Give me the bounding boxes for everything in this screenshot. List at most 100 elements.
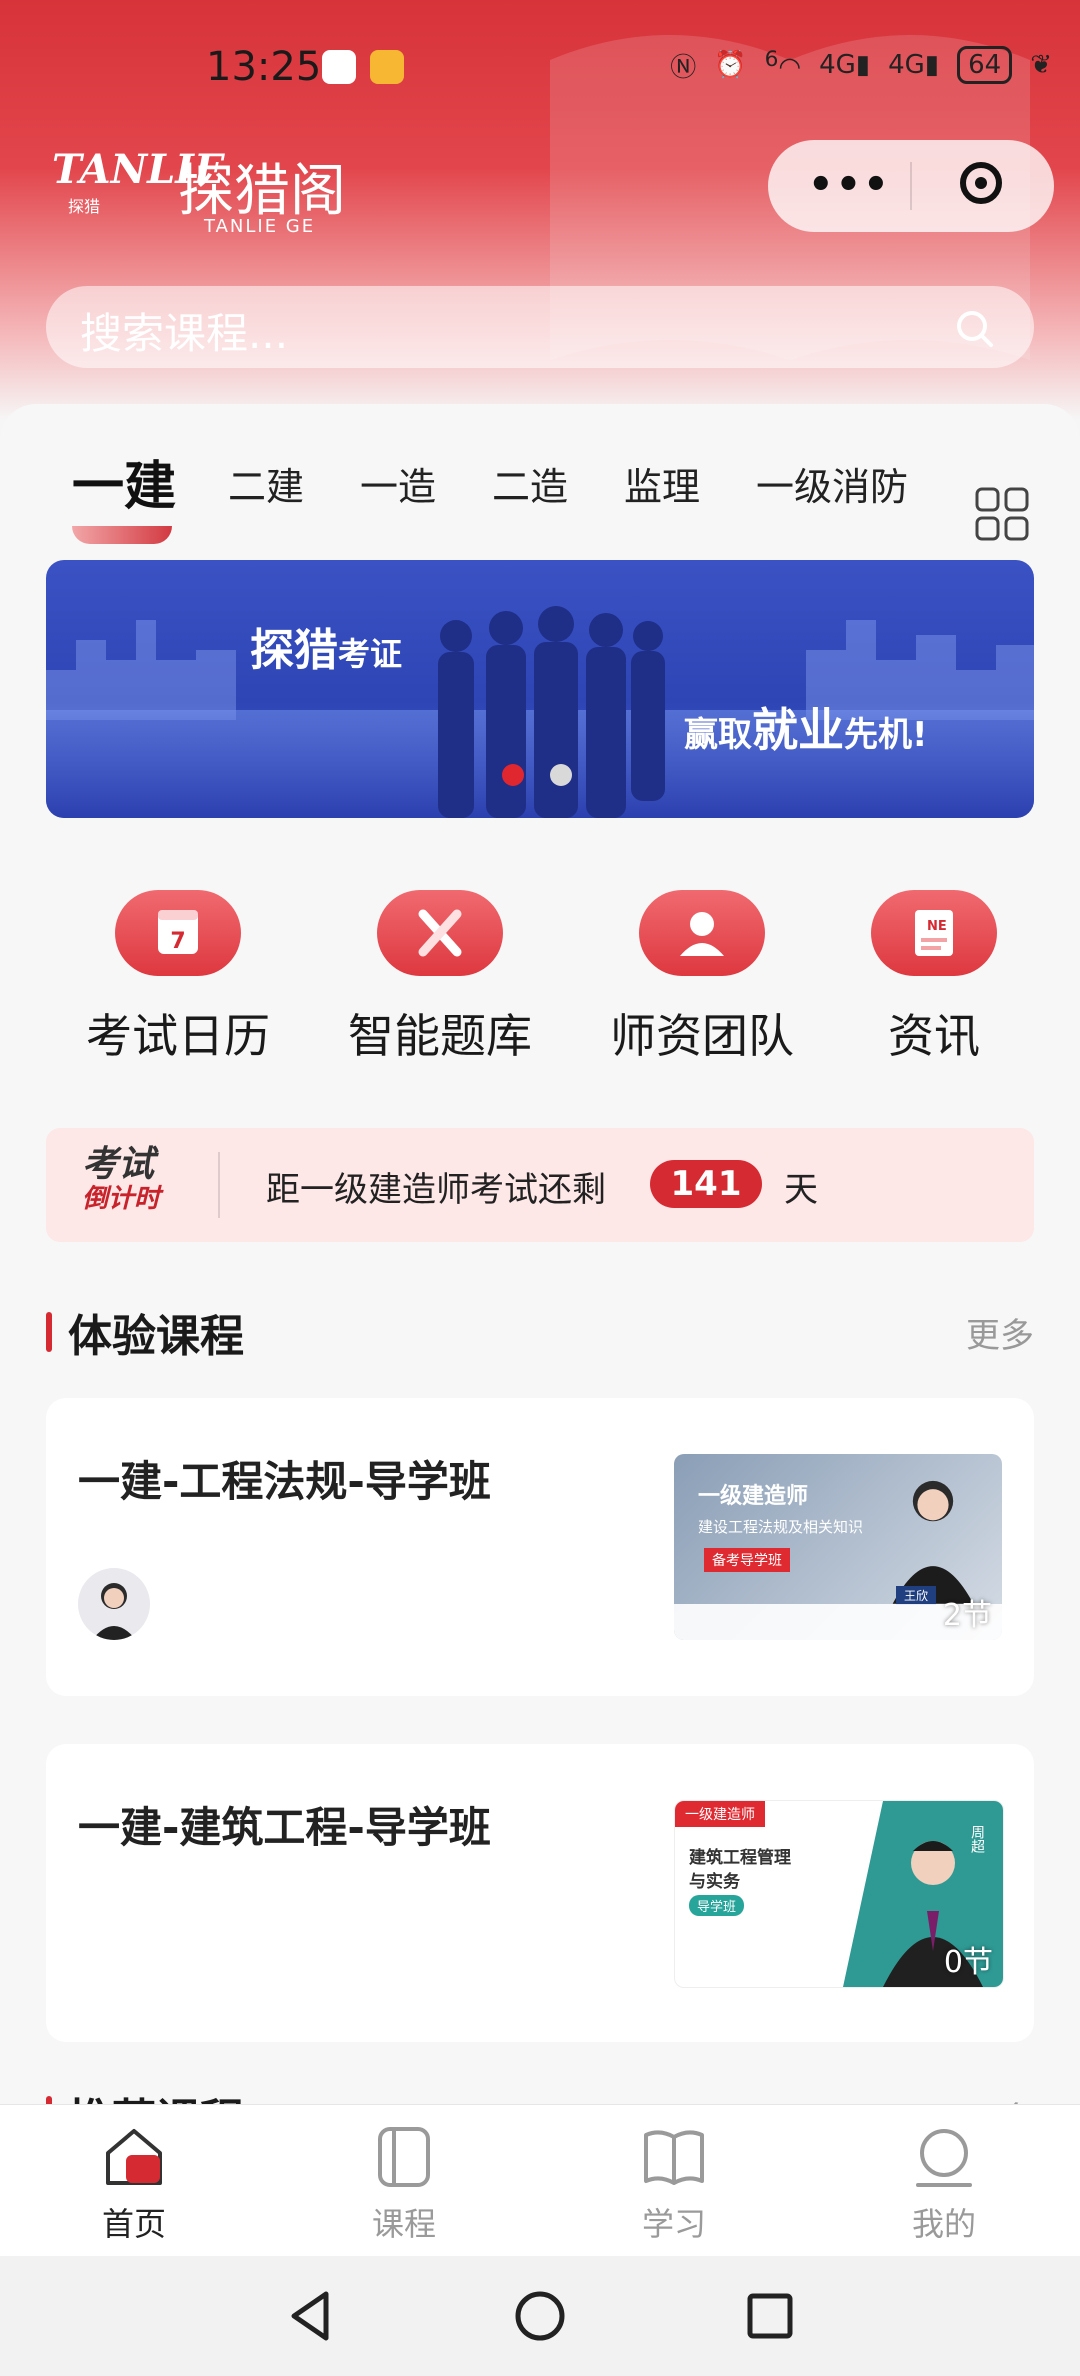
system-nav-bar (0, 2256, 1080, 2376)
search-placeholder: 搜索课程... (80, 309, 289, 358)
countdown-unit: 天 (784, 1170, 818, 1210)
thumb-teacher-name: 王欣 (896, 1586, 937, 1605)
all-categories-grid-icon[interactable] (974, 486, 1030, 542)
section-accent-bar (46, 1312, 52, 1352)
header: 13:25 Ⓝ ⏰ 6◠ 4G▮ 4G▮ 64 ❦ TANLIE 探猎 探猎阁 … (0, 0, 1080, 420)
course-title: 一建-建筑工程-导学班 (78, 1803, 491, 1852)
signal-label: 4G (888, 50, 925, 80)
category-tabs: 一建 二建 一造 二造 监理 一级消防 (0, 444, 1080, 544)
wifi-6-icon: 6◠ (764, 47, 802, 83)
book-open-icon (644, 2130, 704, 2185)
status-bar: 13:25 Ⓝ ⏰ 6◠ 4G▮ 4G▮ 64 ❦ (0, 0, 1080, 140)
signal-4g-icon: 4G▮ (819, 50, 871, 80)
tab-yiji-xiaofang[interactable]: 一级消防 (756, 456, 908, 511)
status-icons: Ⓝ ⏰ 6◠ 4G▮ 4G▮ 64 ❦ (670, 46, 1052, 84)
alarm-icon: ⏰ (714, 50, 747, 80)
more-link[interactable]: 更多 (966, 1308, 1034, 1357)
tab-profile[interactable]: 我的 (874, 2125, 1014, 2245)
thumb-line1: 一级建造师 (698, 1484, 809, 1509)
quick-entries: 7 考试日历 智能题库 师资团队 NE 资讯 (0, 890, 1080, 1070)
music-app-icon (322, 50, 356, 84)
tab-label: 学习 (641, 2205, 706, 2243)
tab-yizao[interactable]: 一造 (360, 456, 436, 511)
signal-label: 4G (819, 50, 856, 80)
news-icon: NE (871, 890, 997, 976)
lesson-count: 0节 (943, 1945, 993, 1980)
app-logo: TANLIE 探猎 探猎阁 TANLIE GE (52, 146, 346, 237)
tab-courses[interactable]: 课程 (334, 2125, 474, 2245)
thumb-teacher-name: 周超 (969, 1825, 985, 1853)
logo-cn: 探猎阁 (178, 159, 346, 224)
nfc-icon: Ⓝ (670, 52, 697, 83)
teacher-icon (639, 890, 765, 976)
close-miniprogram-icon[interactable] (960, 162, 1002, 204)
active-tab-underline (72, 526, 172, 544)
entry-news[interactable]: NE 资讯 (814, 890, 1054, 1066)
leaf-icon: ❦ (1030, 50, 1052, 80)
thumb-line2: 与实务 (689, 1872, 740, 1892)
exam-countdown[interactable]: 考试 倒计时 距一级建造师考试还剩 141 天 (46, 1128, 1034, 1242)
entry-label: 资讯 (888, 1009, 980, 1063)
teacher-avatar (78, 1568, 150, 1640)
tab-label: 我的 (911, 2205, 976, 2243)
entry-label: 师资团队 (610, 1009, 794, 1063)
banner-title-big: 探猎 (250, 625, 338, 676)
back-icon[interactable] (282, 2286, 342, 2346)
thumb-tag: 一级建造师 (675, 1801, 765, 1827)
pencil-ruler-icon (377, 890, 503, 976)
countdown-logo-bottom: 倒计时 (82, 1184, 161, 1214)
countdown-text: 距一级建造师考试还剩 (266, 1170, 606, 1210)
news-icon-text: NE (927, 919, 947, 934)
countdown-logo: 考试 倒计时 (82, 1147, 176, 1216)
banner-title-small: 考证 (338, 635, 403, 673)
logo-en: TANLIE GE (204, 216, 316, 237)
slogan-big: 就业 (752, 703, 844, 757)
slogan-pre: 赢取 (684, 715, 752, 755)
signal-4g-icon: 4G▮ (888, 50, 940, 80)
course-card[interactable]: 一建-工程法规-导学班 一级建造师 建设工程法规及相关知识 备考导学班 王欣 2… (46, 1398, 1034, 1696)
course-thumbnail: 一级建造师 建设工程法规及相关知识 备考导学班 王欣 2节 (674, 1454, 1002, 1640)
section-title: 体验课程 (68, 1311, 244, 1362)
tab-jianli[interactable]: 监理 (624, 456, 700, 511)
thumb-line1: 建筑工程管理 (689, 1848, 791, 1868)
tab-yijian[interactable]: 一建 (72, 444, 176, 519)
promo-banner[interactable]: 探猎考证 赢取就业先机! (46, 560, 1034, 818)
course-icon (378, 2127, 430, 2187)
recents-icon[interactable] (740, 2286, 800, 2346)
tab-erzao[interactable]: 二造 (492, 456, 568, 511)
miniprogram-capsule: ••• (768, 140, 1054, 232)
thumb-badge: 备考导学班 (704, 1548, 790, 1572)
bottom-tabbar: 首页 课程 学习 我的 (0, 2104, 1080, 2257)
battery-indicator: 64 (957, 46, 1013, 84)
status-time: 13:25 (206, 44, 322, 90)
banner-dot-inactive[interactable] (550, 764, 572, 786)
tab-label: 课程 (371, 2205, 436, 2243)
search-bar[interactable]: 搜索课程... (46, 286, 1034, 368)
entry-label: 智能题库 (348, 1009, 532, 1063)
section-trial-header: 体验课程 更多 (46, 1300, 1034, 1362)
profile-icon (916, 2129, 972, 2187)
course-card[interactable]: 一建-建筑工程-导学班 一级建造师 建筑工程管理 与实务 导学班 周超 0节 (46, 1744, 1034, 2042)
search-icon[interactable] (954, 308, 994, 348)
entry-teacher-team[interactable]: 师资团队 (582, 890, 822, 1066)
calendar-icon: 7 (115, 890, 241, 976)
business-people-silhouette (438, 606, 665, 818)
entry-exam-calendar[interactable]: 7 考试日历 (58, 890, 298, 1066)
weibo-app-icon (370, 50, 404, 84)
home-nav-icon[interactable] (510, 2286, 570, 2346)
capsule-divider (910, 162, 912, 210)
main-content: 一建 二建 一造 二造 监理 一级消防 探猎考证 赢取就业先机! 7 考试日历 … (0, 404, 1080, 2146)
tab-learning[interactable]: 学习 (604, 2125, 744, 2245)
more-menu-icon[interactable]: ••• (808, 162, 891, 208)
tab-erjian[interactable]: 二建 (228, 456, 304, 511)
banner-dot-active[interactable] (502, 764, 524, 786)
slogan-post: 先机! (844, 715, 928, 755)
tab-home[interactable]: 首页 (64, 2125, 204, 2245)
thumb-badge: 导学班 (689, 1895, 745, 1916)
entry-smart-question-bank[interactable]: 智能题库 (320, 890, 560, 1066)
course-title: 一建-工程法规-导学班 (78, 1457, 491, 1506)
course-thumbnail: 一级建造师 建筑工程管理 与实务 导学班 周超 0节 (674, 1800, 1004, 1988)
countdown-days: 141 (650, 1160, 762, 1208)
entry-label: 考试日历 (86, 1009, 270, 1063)
countdown-divider (218, 1152, 220, 1218)
